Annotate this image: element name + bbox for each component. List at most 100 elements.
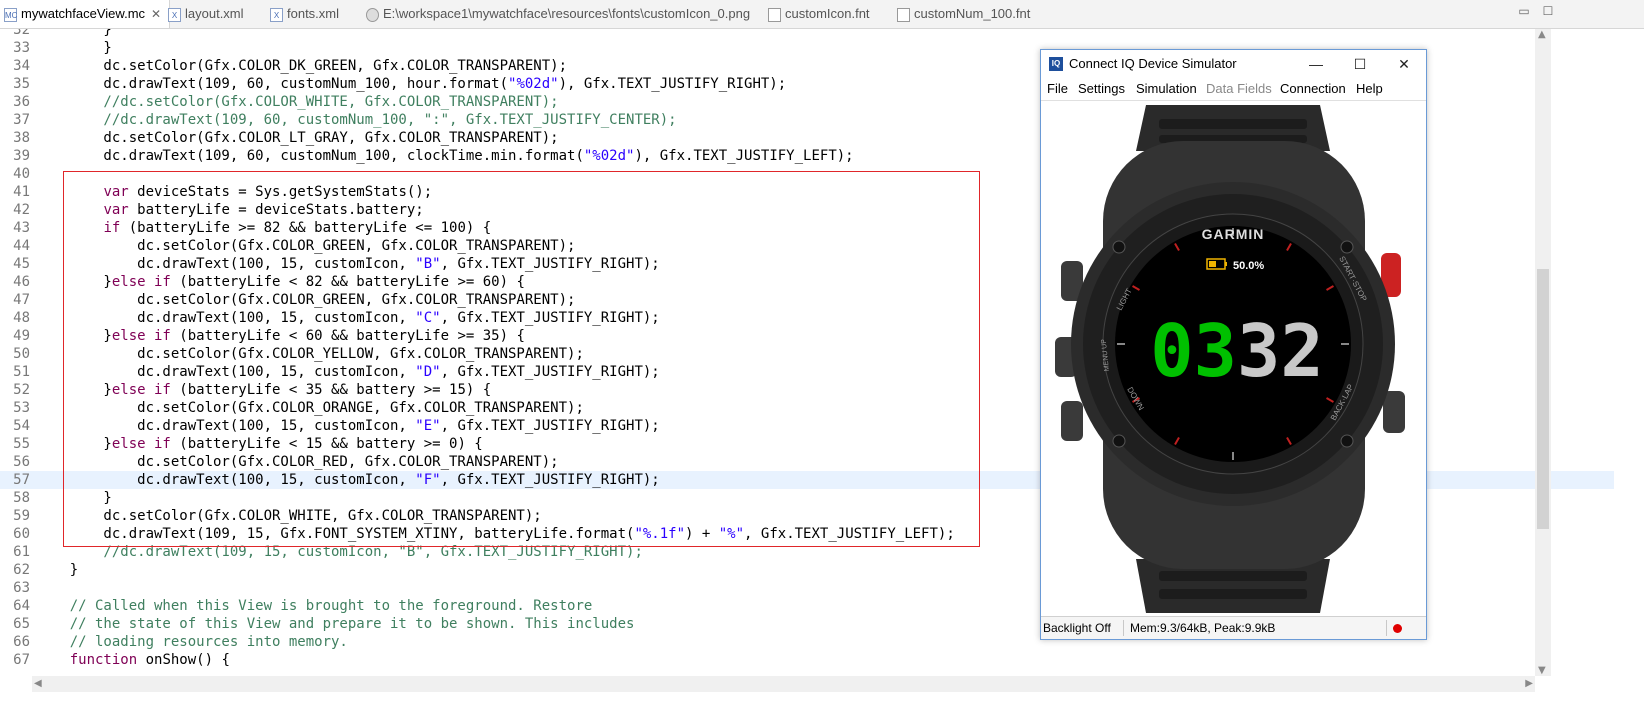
brand-label: GARMIN <box>1202 226 1265 242</box>
menu-simulation[interactable]: Simulation <box>1136 78 1197 100</box>
tab-label: layout.xml <box>185 6 244 21</box>
code-token: dc.drawText(109, 60, customNum_100, hour… <box>36 76 509 92</box>
code-text: // Called when this View is brought to t… <box>36 597 593 615</box>
image-file-icon <box>366 7 379 22</box>
code-text: dc.setColor(Gfx.COLOR_WHITE, Gfx.COLOR_T… <box>36 507 541 525</box>
simulator-title: Connect IQ Device Simulator <box>1069 56 1237 71</box>
device-simulator-window[interactable]: IQ Connect IQ Device Simulator — ☐ ✕ Fil… <box>1040 49 1427 640</box>
menu-file[interactable]: File <box>1047 78 1068 100</box>
scroll-up-icon[interactable]: ▲ <box>1538 29 1546 40</box>
code-token: ) + <box>685 526 719 542</box>
code-token: "%02d" <box>508 76 559 92</box>
code-text: } <box>36 489 111 507</box>
simulator-title-bar[interactable]: IQ Connect IQ Device Simulator — ☐ ✕ <box>1041 50 1426 78</box>
code-token: , Gfx.TEXT_JUSTIFY_RIGHT); <box>440 256 660 272</box>
code-token: ), Gfx.TEXT_JUSTIFY_LEFT); <box>634 148 854 164</box>
code-text: dc.setColor(Gfx.COLOR_LT_GRAY, Gfx.COLOR… <box>36 129 558 147</box>
code-token: (batteryLife < 35 && battery >= 15) { <box>170 382 492 398</box>
watch-image: GARMIN LIGHT MENU UP DOWN START·STOP BAC… <box>1055 105 1405 613</box>
code-text: }else if (batteryLife < 35 && battery >=… <box>36 381 491 399</box>
backlight-status: Backlight Off <box>1043 621 1111 635</box>
simulator-screen[interactable]: GARMIN LIGHT MENU UP DOWN START·STOP BAC… <box>1041 101 1426 616</box>
code-text: dc.drawText(109, 60, customNum_100, hour… <box>36 75 786 93</box>
line-number: 37 <box>13 112 30 128</box>
code-text: dc.setColor(Gfx.COLOR_RED, Gfx.COLOR_TRA… <box>36 453 558 471</box>
line-number: 43 <box>13 220 30 236</box>
code-token: dc.setColor(Gfx.COLOR_YELLOW, Gfx.COLOR_… <box>36 346 584 362</box>
tab-label: customNum_100.fnt <box>914 6 1031 21</box>
menu-settings[interactable]: Settings <box>1078 78 1125 100</box>
code-token: // the state of this View and prepare it… <box>36 616 635 632</box>
code-token: ), Gfx.TEXT_JUSTIFY_RIGHT); <box>558 76 787 92</box>
line-number: 55 <box>13 436 30 452</box>
tab-label: mywatchfaceView.mc <box>21 6 146 21</box>
code-text: dc.drawText(100, 15, customIcon, "F", Gf… <box>36 471 660 489</box>
code-text: var batteryLife = deviceStats.battery; <box>36 201 423 219</box>
tab-customnum-fnt[interactable]: customNum_100.fnt <box>897 0 1030 28</box>
line-number: 35 <box>13 76 30 92</box>
button-back-lap[interactable] <box>1383 391 1405 433</box>
restore-icon[interactable]: ▭ <box>1516 4 1532 18</box>
code-token: else if <box>111 328 171 344</box>
minimize-button[interactable]: — <box>1296 50 1336 78</box>
tab-fonts-xml[interactable]: Xfonts.xml <box>270 0 339 28</box>
line-number: 41 <box>13 184 30 200</box>
line-number: 47 <box>13 292 30 308</box>
scroll-down-icon[interactable]: ▼ <box>1538 665 1546 676</box>
line-number: 67 <box>13 652 30 668</box>
code-token: else if <box>111 274 171 290</box>
menu-help[interactable]: Help <box>1356 78 1383 100</box>
code-token: } <box>36 40 112 56</box>
line-number: 44 <box>13 238 30 254</box>
line-number: 52 <box>13 382 30 398</box>
code-text: function onShow() { <box>36 651 230 669</box>
line-number: 61 <box>13 544 30 560</box>
line-number: 63 <box>13 580 30 596</box>
close-button[interactable]: ✕ <box>1384 50 1424 78</box>
code-text: dc.drawText(100, 15, customIcon, "C", Gf… <box>36 309 660 327</box>
code-token: "%02d" <box>583 148 635 164</box>
scroll-right-icon[interactable]: ▶ <box>1525 678 1533 689</box>
code-token: "B" <box>415 256 441 272</box>
close-icon[interactable]: ✕ <box>151 7 161 21</box>
code-text: // loading resources into memory. <box>36 633 348 651</box>
code-token: } <box>36 29 112 38</box>
line-number: 50 <box>13 346 30 362</box>
tab-customicon-fnt[interactable]: customIcon.fnt <box>768 0 870 28</box>
code-line[interactable]: 67 function onShow() { <box>0 651 1614 669</box>
code-token: (batteryLife < 60 && batteryLife >= 35) … <box>170 328 525 344</box>
tab-mywatchfaceview[interactable]: MC mywatchfaceView.mc ✕ <box>0 0 171 28</box>
code-text: dc.setColor(Gfx.COLOR_ORANGE, Gfx.COLOR_… <box>36 399 584 417</box>
menu-connection[interactable]: Connection <box>1280 78 1346 100</box>
code-text: } <box>36 29 112 39</box>
code-token: } <box>36 562 79 578</box>
scroll-left-icon[interactable]: ◀ <box>34 678 42 689</box>
code-line[interactable]: 32 } <box>0 29 1614 39</box>
line-number: 65 <box>13 616 30 632</box>
line-number: 40 <box>13 166 30 182</box>
code-token: (batteryLife >= 82 && batteryLife <= 100… <box>120 220 492 236</box>
horizontal-scrollbar[interactable]: ◀ ▶ <box>32 676 1535 692</box>
code-token: dc.drawText(100, 15, customIcon, <box>36 310 416 326</box>
code-token: dc.drawText(109, 60, customNum_100, cloc… <box>36 148 584 164</box>
simulator-status-bar: Backlight Off Mem:9.3/64kB, Peak:9.9kB <box>1041 616 1426 639</box>
code-text: if (batteryLife >= 82 && batteryLife <= … <box>36 219 491 237</box>
vertical-scrollbar[interactable]: ▲ ▼ <box>1535 29 1551 676</box>
line-number: 32 <box>13 29 30 38</box>
line-number: 34 <box>13 58 30 74</box>
tab-layout-xml[interactable]: Xlayout.xml <box>168 0 244 28</box>
maximize-icon[interactable]: ☐ <box>1540 4 1556 18</box>
code-text: dc.drawText(109, 15, Gfx.FONT_SYSTEM_XTI… <box>36 525 954 543</box>
button-down[interactable] <box>1061 401 1083 441</box>
line-number: 42 <box>13 202 30 218</box>
line-number: 64 <box>13 598 30 614</box>
tab-customicon-png[interactable]: E:\workspace1\mywatchface\resources\font… <box>366 0 750 28</box>
scrollbar-thumb[interactable] <box>1537 269 1549 529</box>
code-token: deviceStats = Sys.getSystemStats(); <box>128 184 433 200</box>
record-indicator-icon <box>1393 624 1402 633</box>
code-token: var <box>103 184 129 200</box>
text-file-icon <box>897 7 910 22</box>
maximize-button[interactable]: ☐ <box>1340 50 1380 78</box>
